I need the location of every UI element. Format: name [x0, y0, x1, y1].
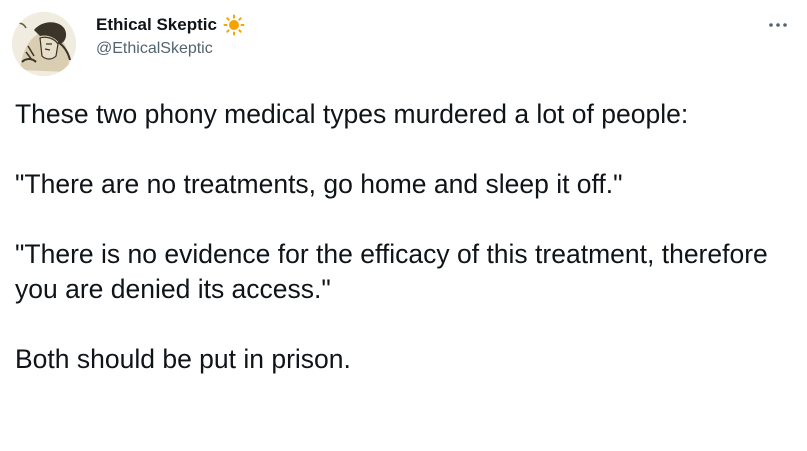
tweet-header: Ethical Skeptic @EthicalSkeptic — [96, 13, 245, 60]
sun-icon — [223, 14, 245, 36]
avatar[interactable] — [12, 12, 76, 76]
tweet-paragraph: "There is no evidence for the efficacy o… — [15, 239, 776, 304]
display-name[interactable]: Ethical Skeptic — [96, 13, 217, 37]
tweet-text: These two phony medical types murdered a… — [15, 97, 795, 377]
tweet-paragraph: Both should be put in prison. — [15, 344, 351, 374]
more-options-icon — [769, 23, 787, 27]
more-options-button[interactable] — [761, 14, 795, 36]
tweet-paragraph: "There are no treatments, go home and sl… — [15, 169, 623, 199]
avatar-image — [12, 12, 76, 76]
display-name-row[interactable]: Ethical Skeptic — [96, 13, 245, 37]
tweet-paragraph: These two phony medical types murdered a… — [15, 99, 689, 129]
tweet: Ethical Skeptic @EthicalSkeptic These tw… — [0, 0, 807, 451]
user-handle[interactable]: @EthicalSkeptic — [96, 38, 245, 60]
